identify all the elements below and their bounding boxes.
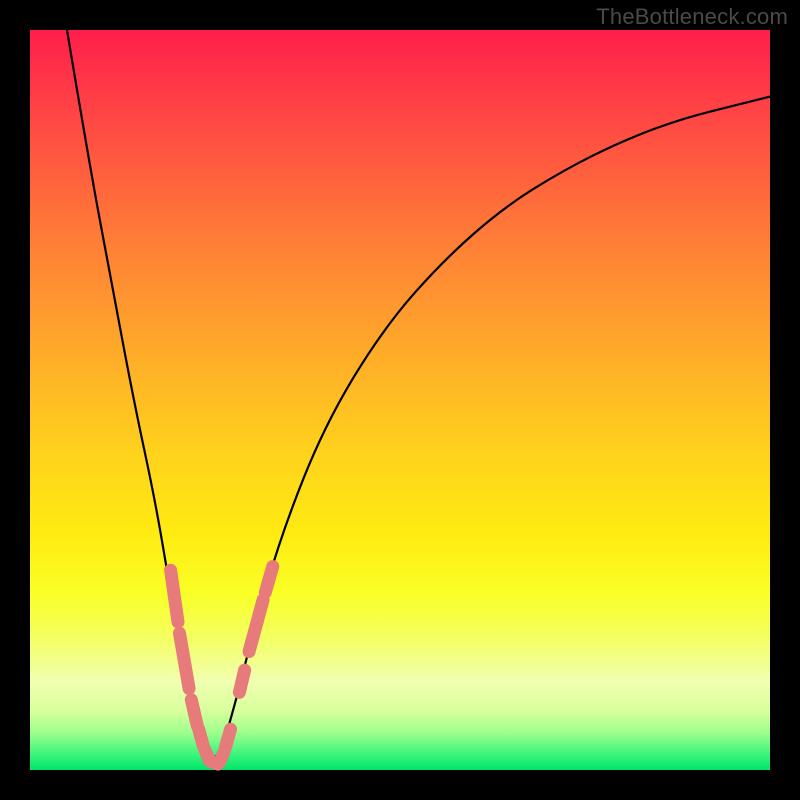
marker-segment xyxy=(171,570,178,622)
marker-segment xyxy=(225,729,230,748)
marker-segment xyxy=(179,633,189,689)
marker-segment xyxy=(199,729,203,745)
marker-segment xyxy=(191,700,197,726)
bottleneck-curve-path xyxy=(67,30,770,757)
marker-segment xyxy=(265,567,272,593)
chart-svg xyxy=(30,30,770,770)
watermark-text: TheBottleneck.com xyxy=(596,4,788,30)
marker-segment xyxy=(239,670,244,692)
marker-segment xyxy=(249,600,263,652)
outer-frame: TheBottleneck.com xyxy=(0,0,800,800)
marker-group xyxy=(171,567,273,765)
